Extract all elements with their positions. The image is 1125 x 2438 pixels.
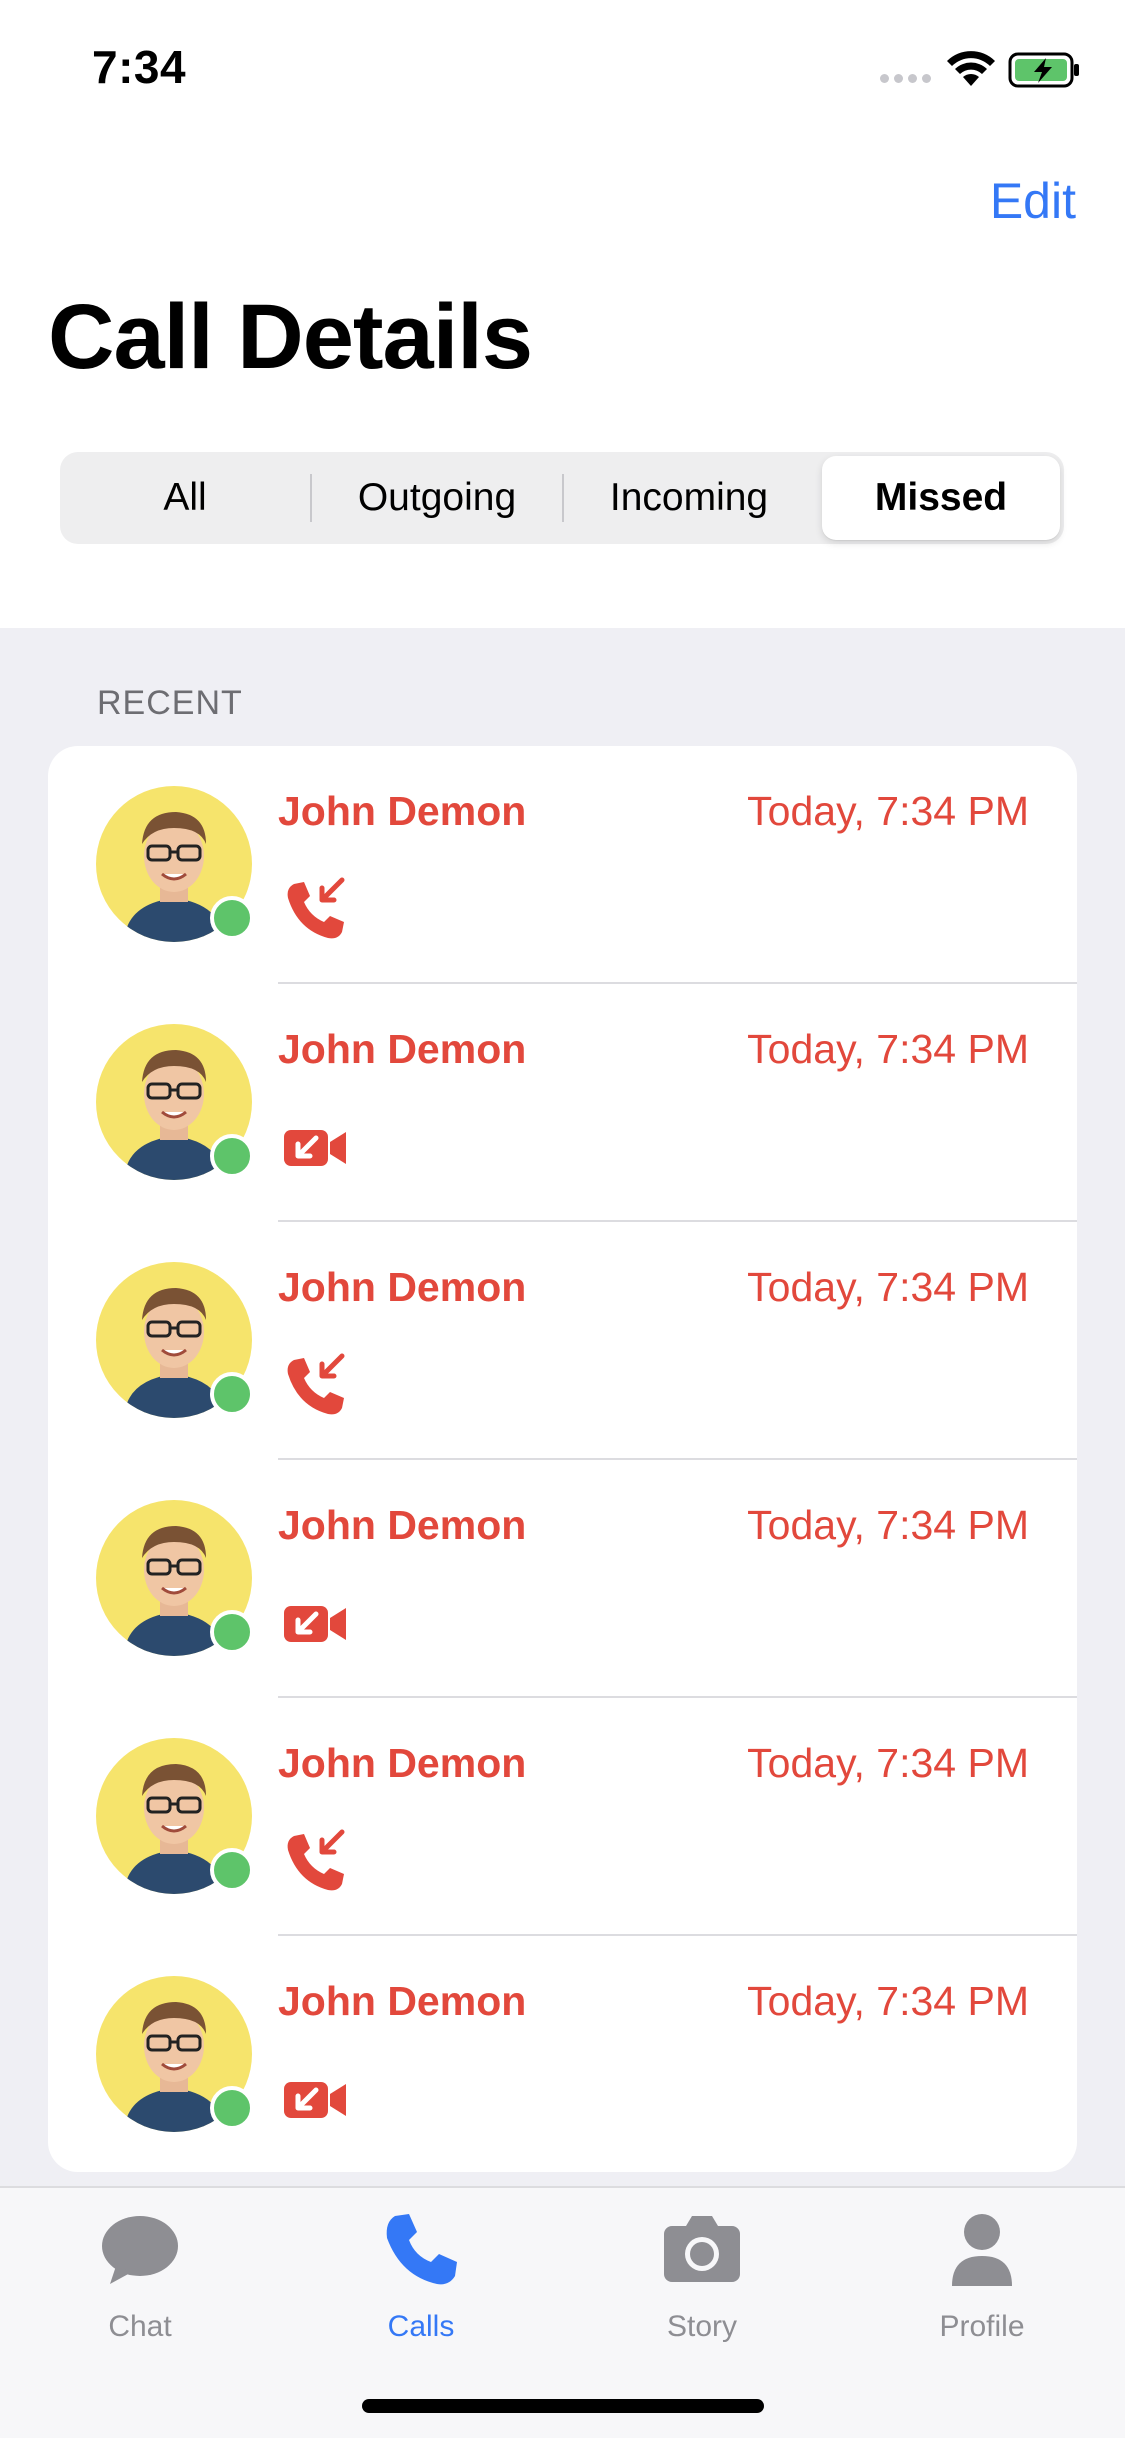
missed-video-call-icon <box>284 1130 346 1166</box>
call-row[interactable]: John Demon Today, 7:34 PM <box>48 1936 1077 2172</box>
page-title: Call Details <box>48 286 533 388</box>
contact-name: John Demon <box>278 1740 527 1786</box>
person-icon <box>952 2214 1012 2286</box>
segment-all[interactable]: All <box>60 452 310 544</box>
contact-name: John Demon <box>278 788 527 834</box>
call-row[interactable]: John Demon Today, 7:34 PM <box>48 1222 1077 1460</box>
call-row[interactable]: John Demon Today, 7:34 PM <box>48 1698 1077 1936</box>
phone-icon <box>386 2214 457 2285</box>
call-time: Today, 7:34 PM <box>747 788 1029 834</box>
segment-outgoing[interactable]: Outgoing <box>312 452 562 544</box>
online-status-dot <box>210 2086 254 2130</box>
tab-label: Story <box>666 2310 738 2343</box>
call-time: Today, 7:34 PM <box>747 1978 1029 2024</box>
tab-story[interactable]: Story <box>602 2210 802 2360</box>
online-status-dot <box>210 1134 254 1178</box>
missed-video-call-icon <box>284 2082 346 2118</box>
tab-label: Chat <box>108 2310 172 2343</box>
camera-icon <box>664 2216 740 2282</box>
contact-name: John Demon <box>278 1978 527 2024</box>
online-status-dot <box>210 896 254 940</box>
section-header-recent: RECENT <box>97 684 243 722</box>
edit-button[interactable]: Edit <box>990 172 1076 230</box>
tab-profile[interactable]: Profile <box>882 2210 1082 2360</box>
segment-incoming[interactable]: Incoming <box>564 452 814 544</box>
tab-label: Calls <box>387 2310 455 2343</box>
call-time: Today, 7:34 PM <box>747 1502 1029 1548</box>
call-time: Today, 7:34 PM <box>747 1740 1029 1786</box>
chat-bubble-icon <box>102 2216 178 2284</box>
contact-name: John Demon <box>278 1264 527 1310</box>
wifi-icon <box>947 51 995 86</box>
missed-call-icon <box>287 1353 345 1415</box>
call-row[interactable]: John Demon Today, 7:34 PM <box>48 1460 1077 1698</box>
tab-label: Profile <box>939 2310 1025 2343</box>
tab-calls[interactable]: Calls <box>321 2210 521 2360</box>
missed-call-icon <box>287 1829 345 1891</box>
online-status-dot <box>210 1848 254 1892</box>
home-indicator <box>362 2399 764 2413</box>
segment-missed[interactable]: Missed <box>822 456 1060 540</box>
contact-name: John Demon <box>278 1026 527 1072</box>
missed-video-call-icon <box>284 1606 346 1642</box>
cellular-signal-icon <box>880 74 931 83</box>
contact-name: John Demon <box>278 1502 527 1548</box>
call-time: Today, 7:34 PM <box>747 1026 1029 1072</box>
missed-call-icon <box>287 877 345 939</box>
battery-charging-icon <box>1008 52 1079 88</box>
tab-chat[interactable]: Chat <box>40 2210 240 2360</box>
recent-calls-list: John Demon Today, 7:34 PM John Demon Tod… <box>48 746 1077 2172</box>
status-time: 7:34 <box>92 41 187 93</box>
online-status-dot <box>210 1610 254 1654</box>
call-row[interactable]: John Demon Today, 7:34 PM <box>48 984 1077 1222</box>
call-time: Today, 7:34 PM <box>747 1264 1029 1310</box>
online-status-dot <box>210 1372 254 1416</box>
status-bar: 7:34 <box>0 0 1125 140</box>
call-row[interactable]: John Demon Today, 7:34 PM <box>48 746 1077 984</box>
call-filter-segmented-control: All Outgoing Incoming Missed <box>60 452 1064 544</box>
